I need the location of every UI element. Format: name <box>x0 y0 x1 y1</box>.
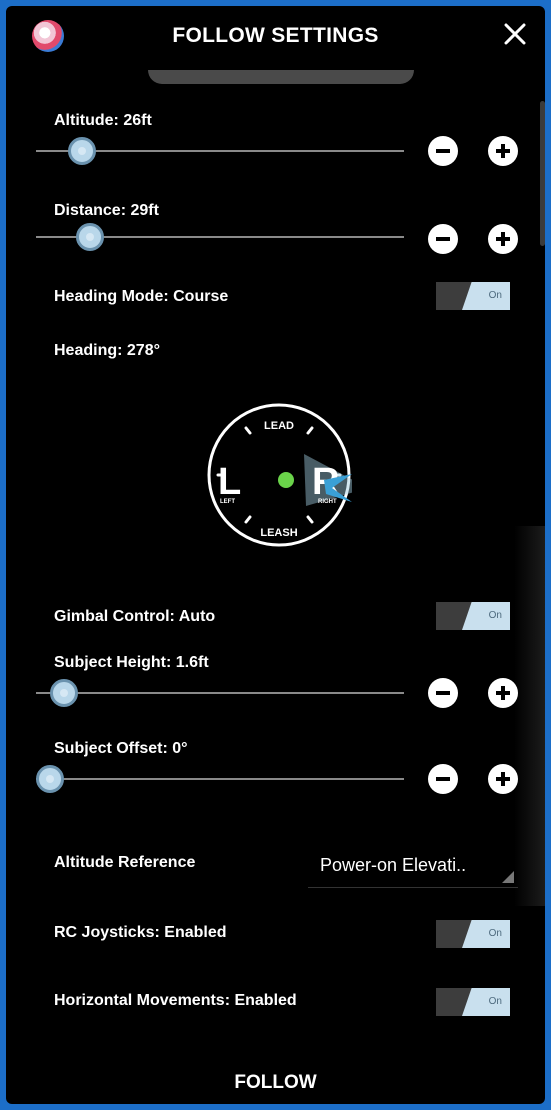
minus-icon <box>436 777 450 781</box>
rc-joysticks-label: RC Joysticks: Enabled <box>54 924 227 941</box>
horizontal-movements-label: Horizontal Movements: Enabled <box>54 992 297 1009</box>
follow-button[interactable]: FOLLOW <box>6 1072 545 1094</box>
horizontal-movements-toggle[interactable]: On <box>436 988 510 1016</box>
minus-icon <box>436 691 450 695</box>
toggle-knob <box>462 988 510 1016</box>
toggle-on-text: On <box>488 290 502 301</box>
altitude-reference-value: Power-on Elevati.. <box>320 855 467 875</box>
subject-height-minus-button[interactable] <box>428 678 458 708</box>
drag-handle[interactable] <box>148 70 414 84</box>
heading-dial[interactable]: LEAD LEASH L LEFT R RIGHT <box>206 402 368 548</box>
light-glare <box>514 526 545 906</box>
distance-slider-thumb[interactable] <box>76 223 104 251</box>
minus-icon <box>436 149 450 153</box>
distance-label: Distance: 29ft <box>54 202 159 219</box>
toggle-on-text: On <box>488 928 502 939</box>
subject-height-slider-track[interactable] <box>36 692 404 694</box>
toggle-on-text: On <box>488 996 502 1007</box>
distance-plus-button[interactable] <box>488 224 518 254</box>
scrollbar[interactable] <box>540 101 545 246</box>
toggle-knob <box>462 602 510 630</box>
heading-dial-graphic: LEAD LEASH L LEFT R RIGHT <box>207 403 368 547</box>
subject-offset-minus-button[interactable] <box>428 764 458 794</box>
toggle-knob <box>462 282 510 310</box>
altitude-plus-button[interactable] <box>488 136 518 166</box>
subject-offset-slider-thumb[interactable] <box>36 765 64 793</box>
rc-joysticks-toggle[interactable]: On <box>436 920 510 948</box>
heading-label: Heading: 278° <box>54 342 160 359</box>
subject-offset-label: Subject Offset: 0° <box>54 740 188 757</box>
page-title: FOLLOW SETTINGS <box>172 24 379 47</box>
heading-mode-toggle[interactable]: On <box>436 282 510 310</box>
close-icon[interactable] <box>499 18 531 50</box>
dropdown-arrow-icon <box>502 871 514 883</box>
altitude-reference-dropdown[interactable]: Power-on Elevati.. <box>308 849 518 888</box>
subject-offset-slider-track[interactable] <box>36 778 404 780</box>
minus-icon <box>436 237 450 241</box>
gimbal-control-label: Gimbal Control: Auto <box>54 608 216 625</box>
toggle-knob <box>462 920 510 948</box>
gimbal-control-toggle[interactable]: On <box>436 602 510 630</box>
dial-lead-text: LEAD <box>264 420 294 432</box>
dial-left-letter: L <box>218 461 241 503</box>
subject-height-slider-thumb[interactable] <box>50 679 78 707</box>
altitude-slider-thumb[interactable] <box>68 137 96 165</box>
subject-offset-plus-button[interactable] <box>488 764 518 794</box>
follow-settings-panel: FOLLOW SETTINGS Altitude: 26ft Distance:… <box>6 6 545 1104</box>
toggle-on-text: On <box>488 610 502 621</box>
subject-height-plus-button[interactable] <box>488 678 518 708</box>
altitude-label: Altitude: 26ft <box>54 112 152 129</box>
altitude-minus-button[interactable] <box>428 136 458 166</box>
header: FOLLOW SETTINGS <box>6 6 545 66</box>
altitude-reference-label: Altitude Reference <box>54 854 196 871</box>
dial-right-small: RIGHT <box>318 499 337 505</box>
distance-minus-button[interactable] <box>428 224 458 254</box>
dial-leash-text: LEASH <box>260 527 297 539</box>
heading-mode-label: Heading Mode: Course <box>54 288 229 305</box>
dial-left-small: LEFT <box>220 499 235 505</box>
subject-height-label: Subject Height: 1.6ft <box>54 654 209 671</box>
